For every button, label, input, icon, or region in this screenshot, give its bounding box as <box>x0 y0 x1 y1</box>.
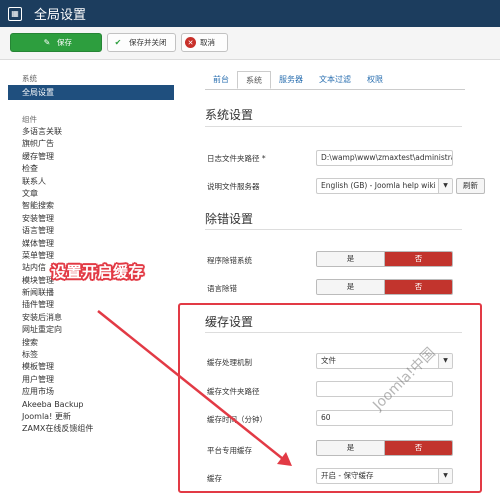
help-server-value: English (GB) - Joomla help wiki <box>321 181 436 190</box>
tab-divider <box>205 89 465 90</box>
save-close-button[interactable]: ✔ 保存并关闭 <box>107 33 176 52</box>
tab-0[interactable]: 前台 <box>205 71 237 89</box>
save-button[interactable]: ✎ 保存 <box>10 33 102 52</box>
joomla-grid-icon: ▦ <box>8 6 22 21</box>
tab-4[interactable]: 权限 <box>359 71 391 89</box>
page-title: 全局设置 <box>34 8 87 23</box>
sidebar-item[interactable]: Akeeba Backup <box>22 399 93 411</box>
sidebar-item[interactable]: ZAMX在线反馈组件 <box>22 423 93 435</box>
close-icon: ✕ <box>185 37 196 48</box>
sidebar-item[interactable]: 搜索 <box>22 337 93 349</box>
edit-icon: ✎ <box>43 38 51 47</box>
sidebar-item[interactable]: 文章 <box>22 188 93 200</box>
sidebar-item[interactable]: 用户管理 <box>22 374 93 386</box>
sidebar-item[interactable]: 语言管理 <box>22 225 93 237</box>
highlight-box <box>178 303 482 493</box>
cancel-label: 取消 <box>200 38 215 47</box>
toggle-no[interactable]: 否 <box>385 252 452 266</box>
section-rule <box>205 126 462 127</box>
save-close-label: 保存并关闭 <box>129 38 167 47</box>
sidebar-item[interactable]: 媒体管理 <box>22 238 93 250</box>
sidebar-item[interactable]: 插件管理 <box>22 299 93 311</box>
sidebar-item[interactable]: 缓存管理 <box>22 151 93 163</box>
sidebar-item[interactable]: 安装管理 <box>22 213 93 225</box>
save-label: 保存 <box>57 38 72 47</box>
log-path-label: 日志文件夹路径 * <box>207 154 266 163</box>
tab-1[interactable]: 系统 <box>237 71 271 89</box>
sidebar-item[interactable]: Joomla! 更新 <box>22 411 93 423</box>
tab-2[interactable]: 服务器 <box>271 71 311 89</box>
debug-settings-heading: 除错设置 <box>205 212 254 226</box>
sidebar-item-global-config[interactable]: 全局设置 <box>8 85 174 100</box>
cancel-button[interactable]: ✕ 取消 <box>181 33 228 52</box>
sidebar-item[interactable]: 模板管理 <box>22 361 93 373</box>
tab-3[interactable]: 文本过滤 <box>311 71 359 89</box>
toolbar: ✎ 保存 ✔ 保存并关闭 ✕ 取消 <box>0 27 500 60</box>
caret-down-icon: ▼ <box>438 179 452 193</box>
sidebar-item[interactable]: 智能搜索 <box>22 200 93 212</box>
sidebar-item[interactable]: 新闻联播 <box>22 287 93 299</box>
sidebar-item[interactable]: 多语言关联 <box>22 126 93 138</box>
sidebar-item[interactable]: 检查 <box>22 163 93 175</box>
toggle-no[interactable]: 否 <box>385 280 452 294</box>
sidebar-item[interactable]: 应用市场 <box>22 386 93 398</box>
refresh-button[interactable]: 刷新 <box>456 178 485 194</box>
sidebar-heading-components: 组件 <box>22 115 37 124</box>
annotation-label: 设置开启缓存 <box>51 263 145 281</box>
top-bar: ▦ 全局设置 <box>0 0 500 27</box>
check-icon: ✔ <box>114 38 122 47</box>
system-settings-heading: 系统设置 <box>205 108 254 122</box>
sidebar-item[interactable]: 联系人 <box>22 176 93 188</box>
sidebar-item[interactable]: 安装后消息 <box>22 312 93 324</box>
sidebar-item[interactable]: 网址重定向 <box>22 324 93 336</box>
toggle-yes[interactable]: 是 <box>317 252 385 266</box>
debug-language-label: 语言除错 <box>207 284 237 293</box>
debug-system-toggle[interactable]: 是 否 <box>316 251 453 267</box>
sidebar-heading-system: 系统 <box>22 74 37 83</box>
log-path-input[interactable]: D:\wamp\www\zmaxtest\administrat <box>316 150 453 166</box>
section-rule <box>205 229 462 230</box>
debug-system-label: 程序除错系统 <box>207 256 252 265</box>
debug-language-toggle[interactable]: 是 否 <box>316 279 453 295</box>
sidebar-item[interactable]: 旗帜广告 <box>22 138 93 150</box>
help-server-select[interactable]: English (GB) - Joomla help wiki ▼ <box>316 178 453 194</box>
toggle-yes[interactable]: 是 <box>317 280 385 294</box>
sidebar-item[interactable]: 标签 <box>22 349 93 361</box>
config-tabs: 前台 系统 服务器 文本过滤 权限 <box>205 71 391 89</box>
help-server-label: 说明文件服务器 <box>207 182 260 191</box>
